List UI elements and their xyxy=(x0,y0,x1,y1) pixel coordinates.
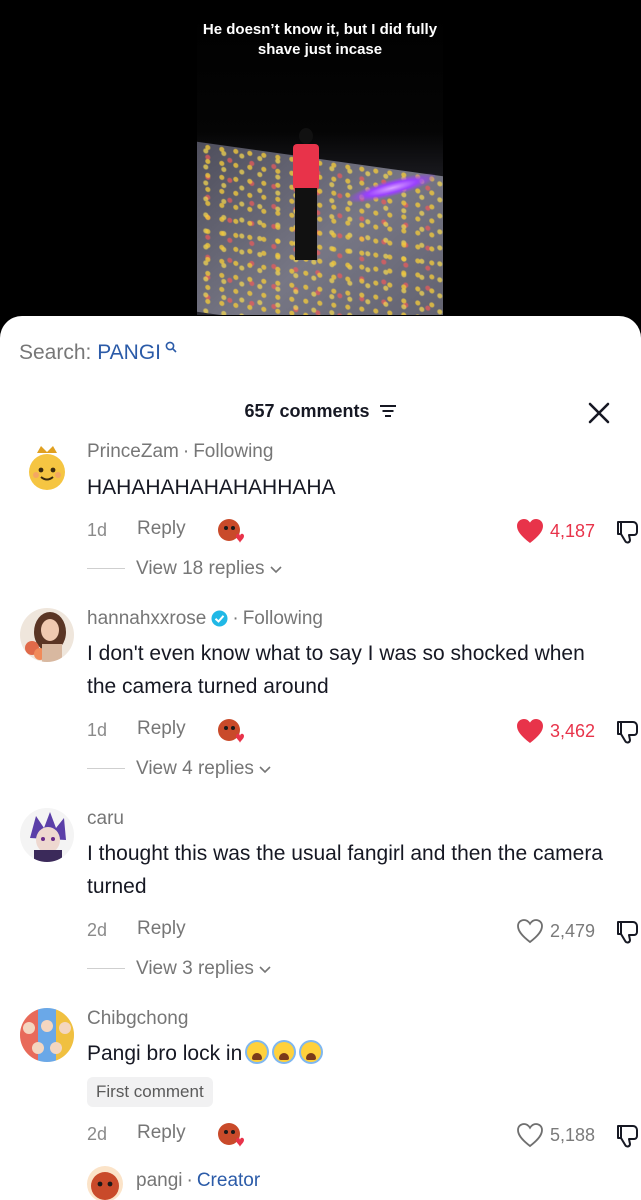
close-icon[interactable] xyxy=(587,401,611,425)
like-count: 2,479 xyxy=(549,920,595,941)
creator-label: Creator xyxy=(196,1170,261,1191)
following-label: Following xyxy=(242,608,323,629)
view-replies-label: View 18 replies xyxy=(136,558,265,579)
chevron-down-icon xyxy=(259,766,271,774)
username[interactable]: Chibgchong xyxy=(87,1008,188,1029)
comment-text: I thought this was the usual fangirl and… xyxy=(87,842,603,898)
comment-text: Pangi bro lock in xyxy=(87,1037,617,1070)
view-replies-button[interactable]: View 18 replies xyxy=(87,558,282,580)
comment-username-line[interactable]: hannahxxrose · Following xyxy=(87,608,323,633)
liked-by-creator-icon xyxy=(216,516,246,546)
comments-sheet: Search: PANGI 657 comments PrinceZam · Fol… xyxy=(0,316,641,1200)
comment-meta: 1d Reply 4,187 xyxy=(87,516,638,546)
comment-count: 657 comments xyxy=(244,401,370,421)
comment-count-header: 657 comments xyxy=(0,401,641,423)
comment-meta: 1d Reply 3,462 xyxy=(87,716,638,746)
liked-by-creator-icon xyxy=(216,1120,246,1150)
username[interactable]: hannahxxrose xyxy=(87,608,206,629)
comment-meta: 2d Reply 5,188 xyxy=(87,1120,638,1150)
heart-filled-icon xyxy=(516,519,543,543)
like-button[interactable]: 5,188 xyxy=(516,1120,595,1150)
video-player[interactable]: He doesn’t know it, but I did fully shav… xyxy=(0,0,641,330)
like-button[interactable]: 2,479 xyxy=(516,916,595,946)
loudly-crying-face-icon xyxy=(299,1040,324,1064)
comment-time: 2d xyxy=(87,920,108,940)
like-count: 3,462 xyxy=(549,720,595,741)
username[interactable]: pangi xyxy=(136,1170,183,1191)
video-caption: He doesn’t know it, but I did fully shav… xyxy=(202,21,438,58)
creator-username-line[interactable]: pangi · Creator xyxy=(136,1170,260,1192)
dislike-icon[interactable] xyxy=(615,518,641,544)
reply-button[interactable]: Reply xyxy=(137,1122,186,1144)
avatar[interactable] xyxy=(20,808,74,862)
reply-button[interactable]: Reply xyxy=(137,918,186,940)
reply-button[interactable]: Reply xyxy=(137,718,186,740)
comment-text: I don't even know what to say I was so s… xyxy=(87,642,585,698)
search-icon xyxy=(161,340,177,356)
avatar[interactable] xyxy=(20,1008,74,1062)
comment-meta: 2d Reply 2,479 xyxy=(87,916,638,946)
following-label: Following xyxy=(193,441,274,462)
comment-time: 2d xyxy=(87,1124,108,1144)
heart-outline-icon xyxy=(517,1123,543,1148)
liked-by-creator-icon xyxy=(216,716,246,746)
sort-filter-icon[interactable] xyxy=(379,402,397,423)
verified-badge-icon xyxy=(211,610,228,633)
username[interactable]: caru xyxy=(87,808,124,829)
chevron-down-icon xyxy=(270,566,282,574)
comment-username-line[interactable]: PrinceZam · Following xyxy=(87,441,273,463)
loudly-crying-face-icon xyxy=(245,1040,270,1064)
dislike-icon[interactable] xyxy=(615,918,641,944)
creator-avatar[interactable] xyxy=(87,1166,123,1200)
dislike-icon[interactable] xyxy=(615,718,641,744)
heart-filled-icon xyxy=(516,719,543,743)
comment-username-line[interactable]: Chibgchong xyxy=(87,1008,188,1030)
heart-outline-icon xyxy=(517,919,543,944)
like-count: 5,188 xyxy=(549,1124,595,1145)
avatar[interactable] xyxy=(20,608,74,662)
performer xyxy=(289,128,329,268)
comment-time: 1d xyxy=(87,720,108,740)
comment-time: 1d xyxy=(87,520,108,540)
view-replies-button[interactable]: View 4 replies xyxy=(87,758,271,780)
like-button[interactable]: 3,462 xyxy=(516,716,595,746)
dislike-icon[interactable] xyxy=(615,1122,641,1148)
comment-username-line[interactable]: caru xyxy=(87,808,124,830)
loudly-crying-face-icon xyxy=(272,1040,297,1064)
reply-button[interactable]: Reply xyxy=(137,518,186,540)
chevron-down-icon xyxy=(259,966,271,974)
search-keyword[interactable]: PANGI xyxy=(97,341,161,364)
view-replies-button[interactable]: View 3 replies xyxy=(87,958,271,980)
search-suggestion[interactable]: Search: PANGI xyxy=(19,341,177,365)
username[interactable]: PrinceZam xyxy=(87,441,179,462)
view-replies-label: View 4 replies xyxy=(136,758,254,779)
like-button[interactable]: 4,187 xyxy=(516,516,595,546)
first-comment-badge: First comment xyxy=(87,1077,213,1107)
like-count: 4,187 xyxy=(549,520,595,541)
avatar[interactable] xyxy=(20,441,74,495)
comment-text-body: Pangi bro lock in xyxy=(87,1042,243,1065)
comment-text: HAHAHAHAHAHAHHAHA xyxy=(87,476,336,499)
search-label: Search: xyxy=(19,341,92,364)
view-replies-label: View 3 replies xyxy=(136,958,254,979)
